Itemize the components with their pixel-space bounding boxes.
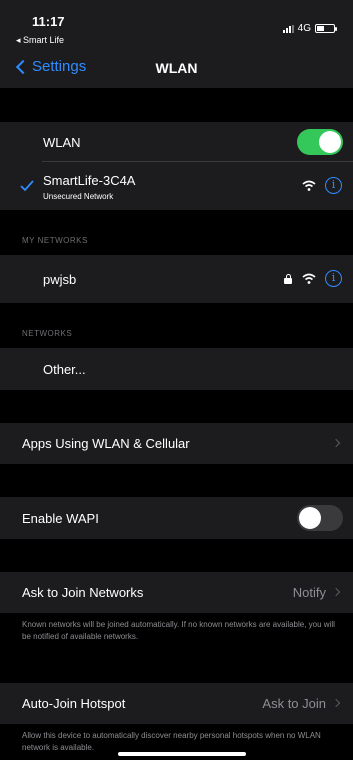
- back-to-app-link[interactable]: ◂ Smart Life: [16, 35, 64, 46]
- enable-wapi-label: Enable WAPI: [22, 511, 99, 526]
- network-row-pwjsb[interactable]: pwjsb i: [0, 255, 353, 303]
- status-bar: 11:17 ◂ Smart Life 4G: [0, 0, 353, 52]
- apps-using-wlan-label: Apps Using WLAN & Cellular: [22, 436, 190, 451]
- ask-to-join-row[interactable]: Ask to Join Networks Notify: [0, 572, 353, 613]
- wifi-icon: [302, 273, 316, 284]
- info-icon[interactable]: i: [325, 177, 342, 194]
- auto-join-hotspot-label: Auto-Join Hotspot: [22, 696, 126, 711]
- my-networks-header: MY NETWORKS: [22, 236, 88, 245]
- enable-wapi-toggle[interactable]: [297, 505, 343, 531]
- enable-wapi-row: Enable WAPI: [0, 497, 353, 539]
- chevron-right-icon: [331, 438, 341, 448]
- current-network-subtitle: Unsecured Network: [43, 192, 114, 201]
- page-title: WLAN: [155, 60, 198, 76]
- current-network-name: SmartLife-3C4A: [43, 173, 136, 188]
- navigation-bar: Settings WLAN: [0, 52, 353, 88]
- status-time: 11:17: [32, 14, 65, 29]
- ask-to-join-footer: Known networks will be joined automatica…: [22, 620, 335, 641]
- info-icon[interactable]: i: [325, 270, 342, 287]
- apps-using-wlan-row[interactable]: Apps Using WLAN & Cellular: [0, 423, 353, 464]
- home-indicator[interactable]: [118, 752, 246, 756]
- battery-icon: [315, 24, 337, 33]
- lock-icon: [284, 274, 292, 284]
- chevron-right-icon: [331, 587, 341, 597]
- other-network-label: Other...: [43, 362, 86, 377]
- wlan-label: WLAN: [43, 135, 81, 150]
- chevron-right-icon: [331, 698, 341, 708]
- auto-join-hotspot-value: Ask to Join: [262, 696, 326, 711]
- wlan-toggle[interactable]: [297, 129, 343, 155]
- ask-to-join-label: Ask to Join Networks: [22, 585, 144, 600]
- ask-to-join-value: Notify: [292, 585, 326, 600]
- wlan-toggle-row: WLAN: [0, 122, 353, 162]
- checkmark-icon: [20, 180, 34, 192]
- network-name: pwjsb: [43, 272, 77, 287]
- network-type: 4G: [297, 23, 311, 34]
- networks-header: NETWORKS: [22, 329, 73, 338]
- current-network-row[interactable]: SmartLife-3C4A Unsecured Network i: [0, 162, 353, 210]
- auto-join-hotspot-row[interactable]: Auto-Join Hotspot Ask to Join: [0, 683, 353, 724]
- cellular-signal-icon: [282, 24, 294, 33]
- auto-join-hotspot-footer: Allow this device to automatically disco…: [22, 731, 321, 752]
- other-network-row[interactable]: Other...: [0, 348, 353, 390]
- status-indicators: 4G: [282, 23, 337, 34]
- wifi-icon: [302, 180, 316, 191]
